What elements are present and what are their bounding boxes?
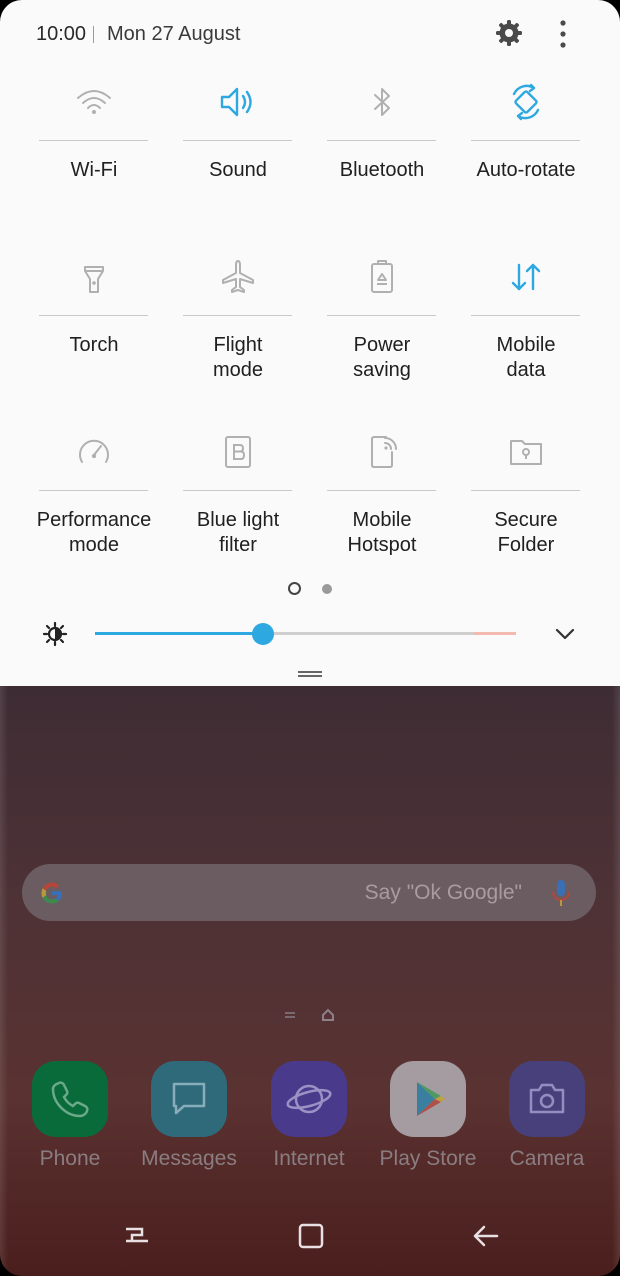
app-dock: Phone Messages Internet Play Store Camer…	[0, 1061, 620, 1171]
date-text: Mon 27 August	[107, 23, 241, 45]
wifi-icon	[77, 90, 111, 114]
tile-label: Performance mode	[36, 509, 152, 556]
recents-button-icon[interactable]	[122, 1221, 152, 1251]
app-label: Messages	[141, 1147, 237, 1170]
airplane-icon	[222, 260, 254, 293]
menu-lines-icon	[284, 1011, 295, 1018]
tile-divider	[183, 140, 292, 141]
hotspot-icon	[371, 436, 397, 468]
back-button-icon[interactable]	[470, 1221, 500, 1251]
microphone-icon[interactable]	[550, 878, 572, 908]
divider	[93, 26, 94, 43]
tile-divider	[471, 140, 580, 141]
page-dot-current[interactable]	[288, 582, 302, 596]
messages-icon	[151, 1061, 227, 1137]
brightness-icon	[42, 621, 68, 647]
speedometer-icon	[79, 439, 109, 463]
page-dot[interactable]	[321, 583, 332, 594]
tile-divider	[471, 315, 580, 316]
secure-folder-icon	[510, 440, 542, 465]
tile-divider	[327, 140, 436, 141]
more-options-icon[interactable]	[553, 19, 573, 49]
app-label: Play Store	[379, 1147, 477, 1170]
blue-light-b-icon	[225, 436, 251, 468]
google-search-bar[interactable]: Say "Ok Google"	[22, 864, 596, 921]
home-page-icon	[322, 1008, 335, 1021]
chevron-down-icon[interactable]	[554, 626, 576, 642]
auto-rotate-icon	[512, 83, 540, 121]
phone-icon	[32, 1061, 108, 1137]
app-phone[interactable]: Phone	[15, 1061, 125, 1171]
home-button-icon[interactable]	[296, 1221, 326, 1251]
brightness-slider[interactable]	[95, 620, 516, 648]
speaker-icon	[220, 87, 252, 117]
app-label: Camera	[509, 1147, 585, 1170]
slider-high-zone	[474, 632, 516, 635]
play-store-icon	[390, 1061, 466, 1137]
quick-settings-panel: 10:00 Mon 27 August Wi-Fi Sound Bluetoot…	[0, 0, 620, 686]
navigation-bar	[0, 1196, 620, 1276]
tile-label: Auto-rotate	[476, 159, 576, 181]
data-arrows-icon	[511, 263, 541, 291]
tile-label: Secure Folder	[494, 509, 558, 556]
tile-label: Mobile data	[496, 334, 556, 381]
camera-icon	[509, 1061, 585, 1137]
app-play-store[interactable]: Play Store	[373, 1061, 483, 1171]
panel-drag-handle[interactable]	[298, 671, 322, 677]
tile-divider	[471, 490, 580, 491]
tile-label: Bluetooth	[339, 159, 425, 181]
tile-divider	[327, 490, 436, 491]
torch-icon	[84, 266, 104, 293]
tile-divider	[327, 315, 436, 316]
bluetooth-icon	[374, 88, 390, 116]
tile-label: Blue light filter	[196, 509, 280, 556]
tile-label: Wi-Fi	[70, 159, 118, 181]
tile-label: Sound	[209, 159, 267, 181]
panel-page-dots	[0, 580, 620, 596]
tile-label: Power saving	[353, 334, 411, 381]
gear-icon[interactable]	[495, 19, 523, 47]
home-page-indicator	[0, 1006, 620, 1022]
app-messages[interactable]: Messages	[134, 1061, 244, 1171]
tile-divider	[39, 140, 148, 141]
clock-time: 10:00	[36, 23, 87, 45]
status-bar: 10:00 Mon 27 August	[0, 0, 620, 68]
tile-label: Torch	[69, 334, 119, 356]
tile-label: Flight mode	[212, 334, 264, 381]
app-label: Internet	[273, 1147, 345, 1170]
tile-label: Mobile Hotspot	[347, 509, 417, 556]
app-internet[interactable]: Internet	[254, 1061, 364, 1171]
google-logo-icon	[41, 882, 62, 904]
tile-divider	[39, 490, 148, 491]
app-camera[interactable]: Camera	[492, 1061, 602, 1171]
slider-thumb[interactable]	[252, 623, 274, 645]
slider-fill	[95, 632, 263, 635]
home-screen: Say "Ok Google" Phone Messages Internet …	[0, 686, 620, 1276]
tile-divider	[183, 490, 292, 491]
search-hint: Say "Ok Google"	[364, 881, 522, 904]
internet-icon	[271, 1061, 347, 1137]
tile-divider	[39, 315, 148, 316]
tile-divider	[183, 315, 292, 316]
battery-recycle-icon	[371, 260, 393, 293]
phone-screen: Say "Ok Google" Phone Messages Internet …	[0, 0, 620, 1276]
app-label: Phone	[39, 1147, 101, 1170]
